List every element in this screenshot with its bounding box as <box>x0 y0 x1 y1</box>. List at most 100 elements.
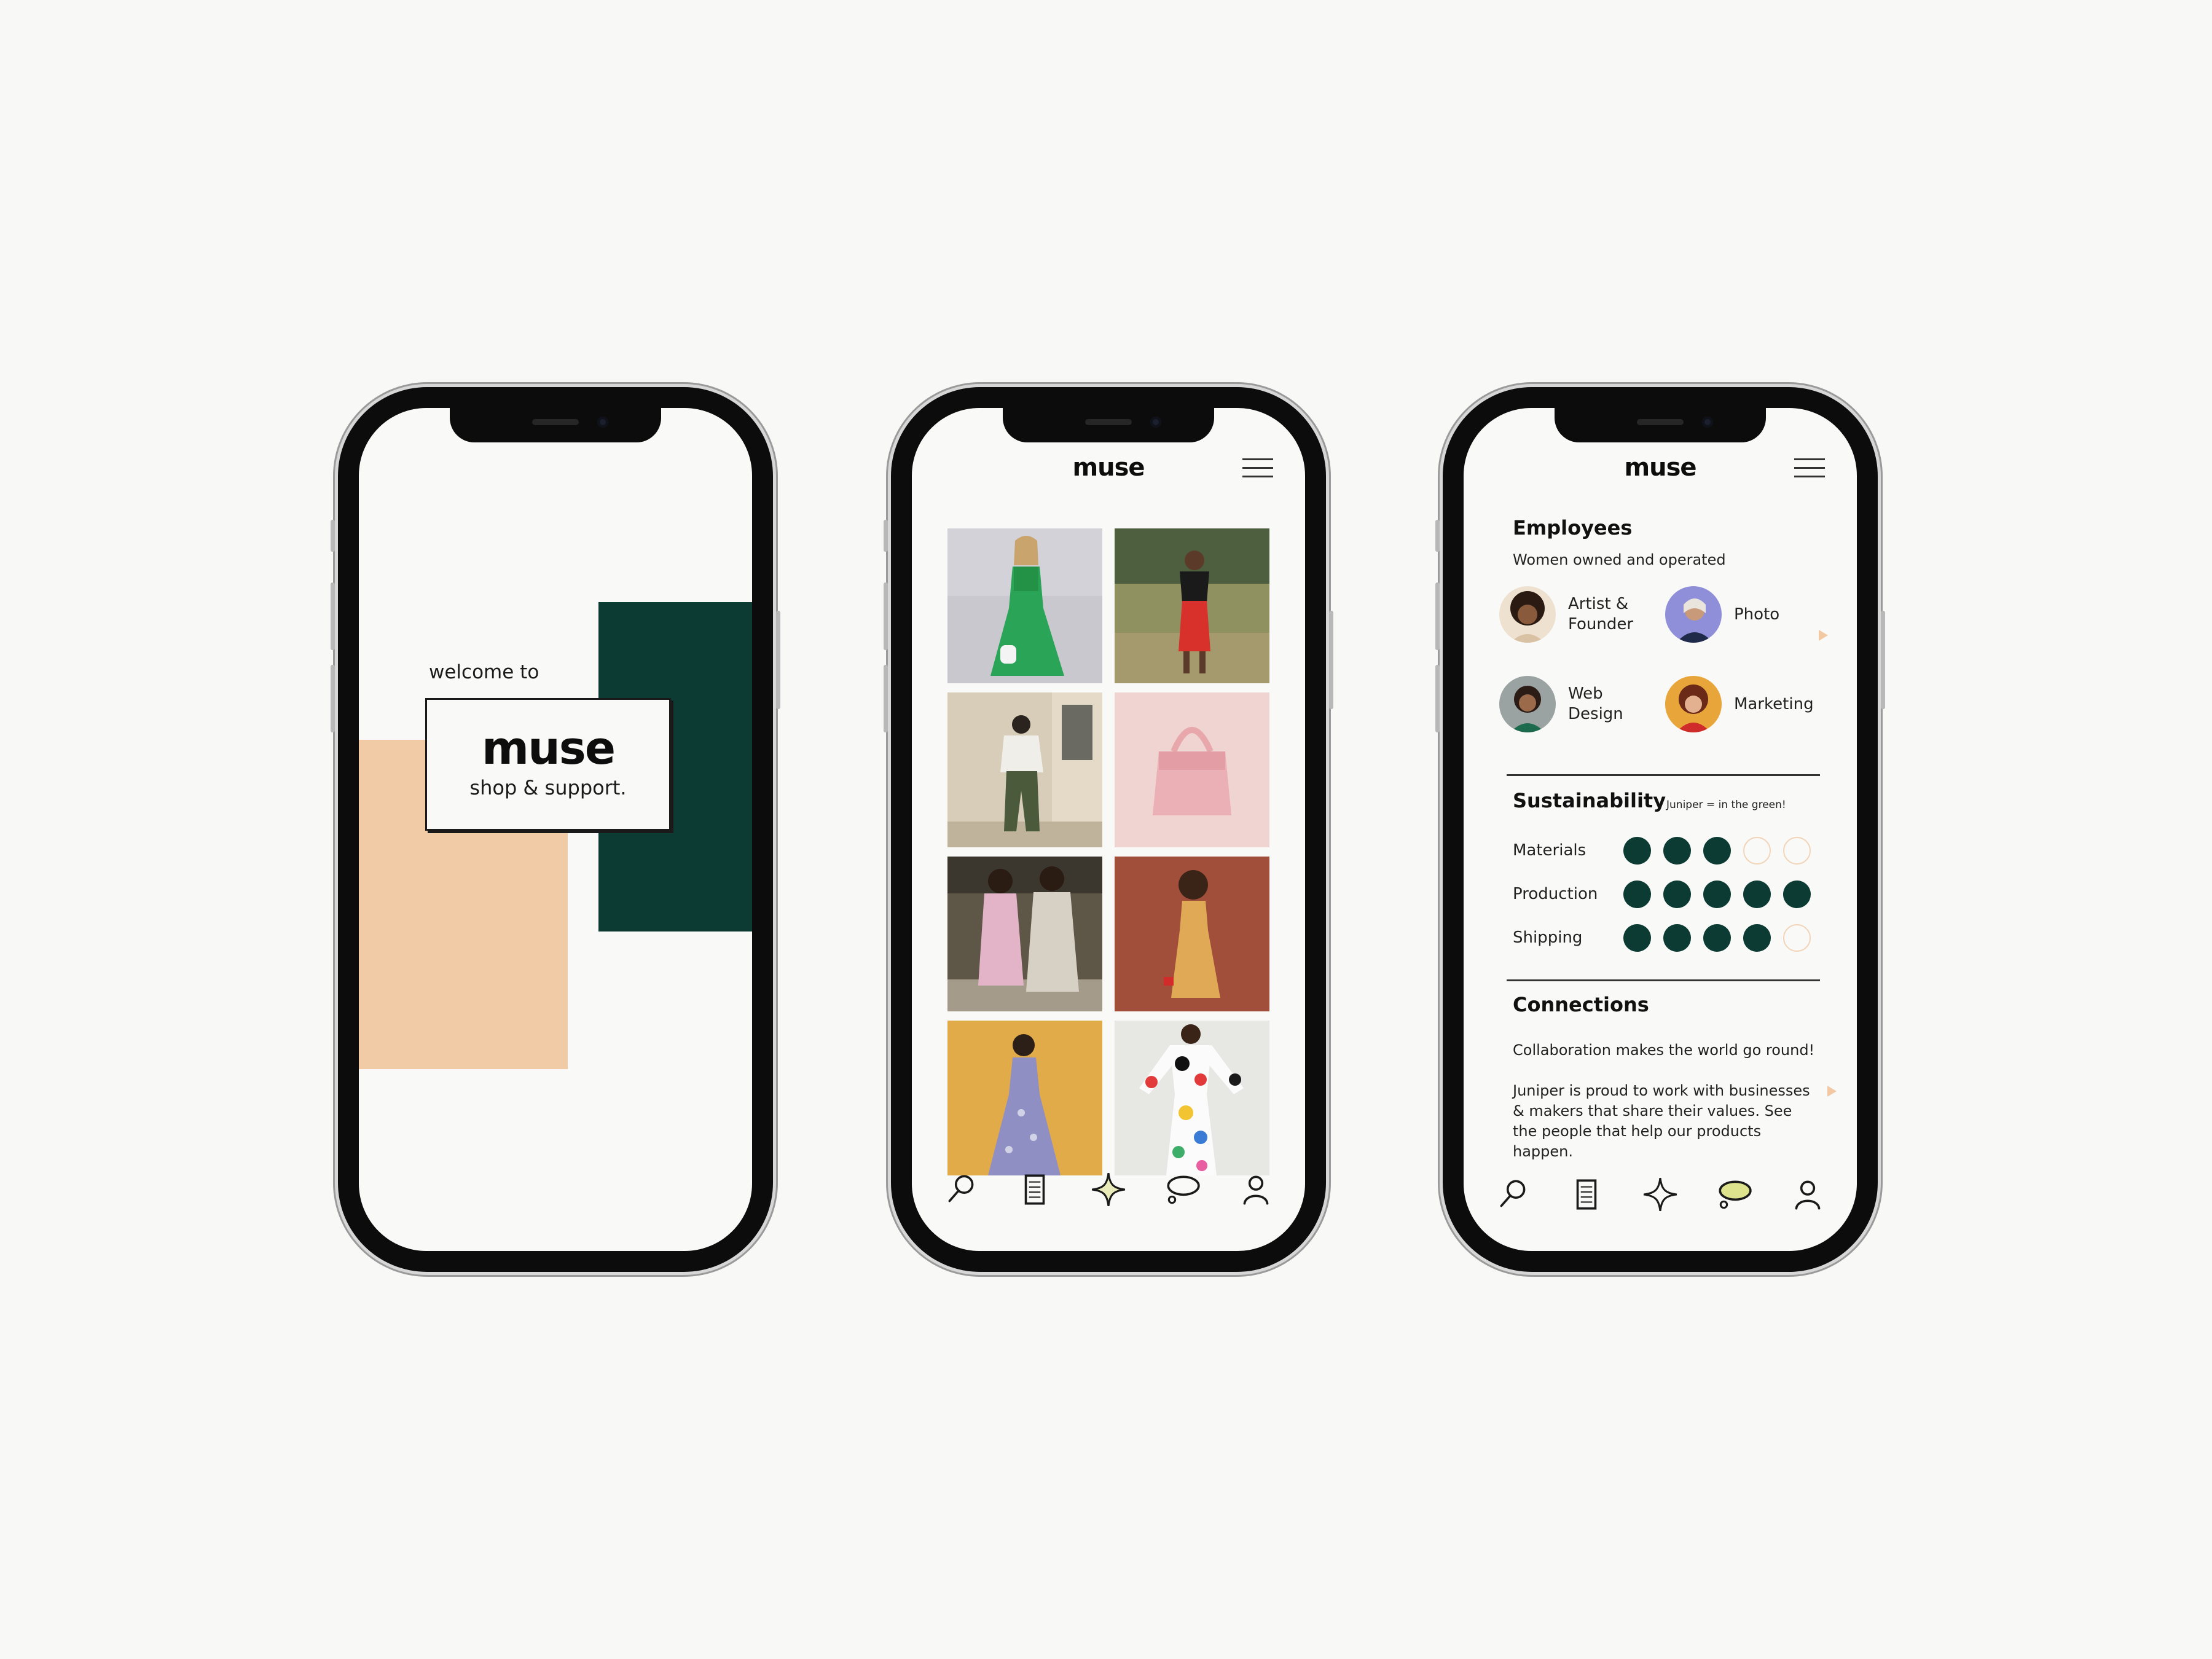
connections-description: Juniper is proud to work with businesses… <box>1513 1082 1810 1160</box>
product-tile-blue-floral-dress[interactable] <box>947 1021 1102 1175</box>
search-icon <box>948 1175 974 1202</box>
nav-documents[interactable] <box>1010 1165 1059 1214</box>
product-tile-yellow-dress[interactable] <box>1115 857 1269 1011</box>
power-button <box>776 611 780 709</box>
metric-label: Production <box>1513 885 1598 903</box>
employee-card[interactable]: Marketing <box>1665 676 1814 732</box>
nav-search[interactable] <box>936 1165 986 1214</box>
volume-up-button <box>1435 582 1440 650</box>
product-grid <box>947 528 1269 1175</box>
rating-dots <box>1623 924 1811 952</box>
hamburger-menu-icon[interactable] <box>1794 458 1825 479</box>
phone-gallery: muse <box>884 387 1333 1272</box>
app-header: muse <box>1464 445 1857 494</box>
speaker <box>532 419 579 425</box>
employee-role: Photo <box>1734 605 1780 624</box>
avatar <box>1499 586 1556 643</box>
nav-documents[interactable] <box>1562 1170 1611 1219</box>
bottom-nav <box>1488 1170 1832 1219</box>
mute-switch <box>1435 520 1440 552</box>
volume-down-button <box>1435 665 1440 732</box>
product-tile-colorful-print-dress[interactable] <box>1115 1021 1269 1175</box>
product-tile-two-women-coats[interactable] <box>947 857 1102 1011</box>
rating-dot-filled <box>1623 924 1651 952</box>
connections-next-arrow-icon[interactable] <box>1827 1086 1837 1097</box>
document-icon <box>1024 1174 1045 1205</box>
notch <box>1003 408 1214 442</box>
product-tile-green-dress[interactable] <box>947 528 1102 683</box>
camera-icon <box>1150 417 1161 428</box>
rating-dots <box>1623 836 1811 865</box>
about-screen: muse Employees Women owned and operated … <box>1464 408 1857 1251</box>
rating-dots <box>1623 880 1811 908</box>
phone-about: muse Employees Women owned and operated … <box>1435 387 1885 1272</box>
rating-dot-filled <box>1783 880 1811 908</box>
employee-role: Web Design <box>1568 684 1623 723</box>
metric-label: Materials <box>1513 841 1586 860</box>
rating-dot-filled <box>1703 836 1731 865</box>
product-tile-red-skirt[interactable] <box>1115 528 1269 683</box>
speech-bubble-icon <box>1719 1180 1752 1209</box>
rating-dot-empty <box>1783 924 1811 952</box>
app-header: muse <box>912 445 1305 494</box>
sparkle-icon <box>1091 1172 1126 1207</box>
logo-wordmark: muse <box>481 722 616 775</box>
connections-heading: Connections <box>1513 993 1649 1016</box>
avatar <box>1499 676 1556 732</box>
rating-dot-filled <box>1743 924 1771 952</box>
volume-down-button <box>884 665 888 732</box>
avatar <box>1665 676 1722 732</box>
nav-search[interactable] <box>1488 1170 1537 1219</box>
metric-row-materials: Materials <box>1513 835 1832 866</box>
rating-dot-empty <box>1783 836 1811 865</box>
phone-welcome: welcome to muse shop & support. <box>331 387 780 1272</box>
metric-row-shipping: Shipping <box>1513 922 1832 953</box>
notch <box>450 408 661 442</box>
speech-bubble-icon <box>1167 1175 1200 1204</box>
rating-dot-filled <box>1623 880 1651 908</box>
search-icon <box>1500 1180 1526 1207</box>
nav-profile[interactable] <box>1783 1170 1832 1219</box>
power-button <box>1881 611 1885 709</box>
rating-dot-filled <box>1663 924 1691 952</box>
nav-messages[interactable] <box>1709 1170 1759 1219</box>
gallery-screen: muse <box>912 408 1305 1251</box>
logo-card[interactable]: muse shop & support. <box>425 698 671 831</box>
employees-heading: Employees <box>1513 516 1633 539</box>
metric-row-production: Production <box>1513 879 1832 909</box>
rating-dot-filled <box>1663 836 1691 865</box>
connections-intro: Collaboration makes the world go round! <box>1513 1041 1815 1059</box>
nav-profile[interactable] <box>1231 1165 1281 1214</box>
mute-switch <box>884 520 888 552</box>
employee-card[interactable]: Web Design <box>1499 676 1623 732</box>
employee-card[interactable]: Photo <box>1665 586 1779 643</box>
employees-next-arrow-icon[interactable] <box>1819 630 1828 641</box>
metric-label: Shipping <box>1513 928 1583 947</box>
product-tile-white-sweater[interactable] <box>947 692 1102 847</box>
rating-dot-filled <box>1743 880 1771 908</box>
bottom-nav <box>936 1165 1281 1214</box>
employees-subheading: Women owned and operated <box>1513 551 1726 568</box>
employee-role: Artist & Founder <box>1568 595 1634 633</box>
camera-icon <box>597 417 608 428</box>
nav-featured[interactable] <box>1084 1165 1133 1214</box>
profile-icon <box>1243 1175 1269 1205</box>
sustainability-heading: Sustainability <box>1513 789 1666 812</box>
mute-switch <box>331 520 335 552</box>
speaker <box>1637 419 1684 425</box>
notch <box>1555 408 1766 442</box>
divider <box>1507 774 1820 776</box>
hamburger-menu-icon[interactable] <box>1242 458 1273 479</box>
volume-up-button <box>331 582 335 650</box>
employee-role: Marketing <box>1734 694 1814 713</box>
rating-dot-filled <box>1663 880 1691 908</box>
product-tile-pink-handbag[interactable] <box>1115 692 1269 847</box>
volume-down-button <box>331 665 335 732</box>
camera-icon <box>1702 417 1713 428</box>
nav-messages[interactable] <box>1158 1165 1207 1214</box>
power-button <box>1329 611 1333 709</box>
nav-featured[interactable] <box>1636 1170 1685 1219</box>
employee-card[interactable]: Artist & Founder <box>1499 586 1633 643</box>
rating-dot-filled <box>1623 836 1651 865</box>
welcome-screen: welcome to muse shop & support. <box>359 408 752 1251</box>
